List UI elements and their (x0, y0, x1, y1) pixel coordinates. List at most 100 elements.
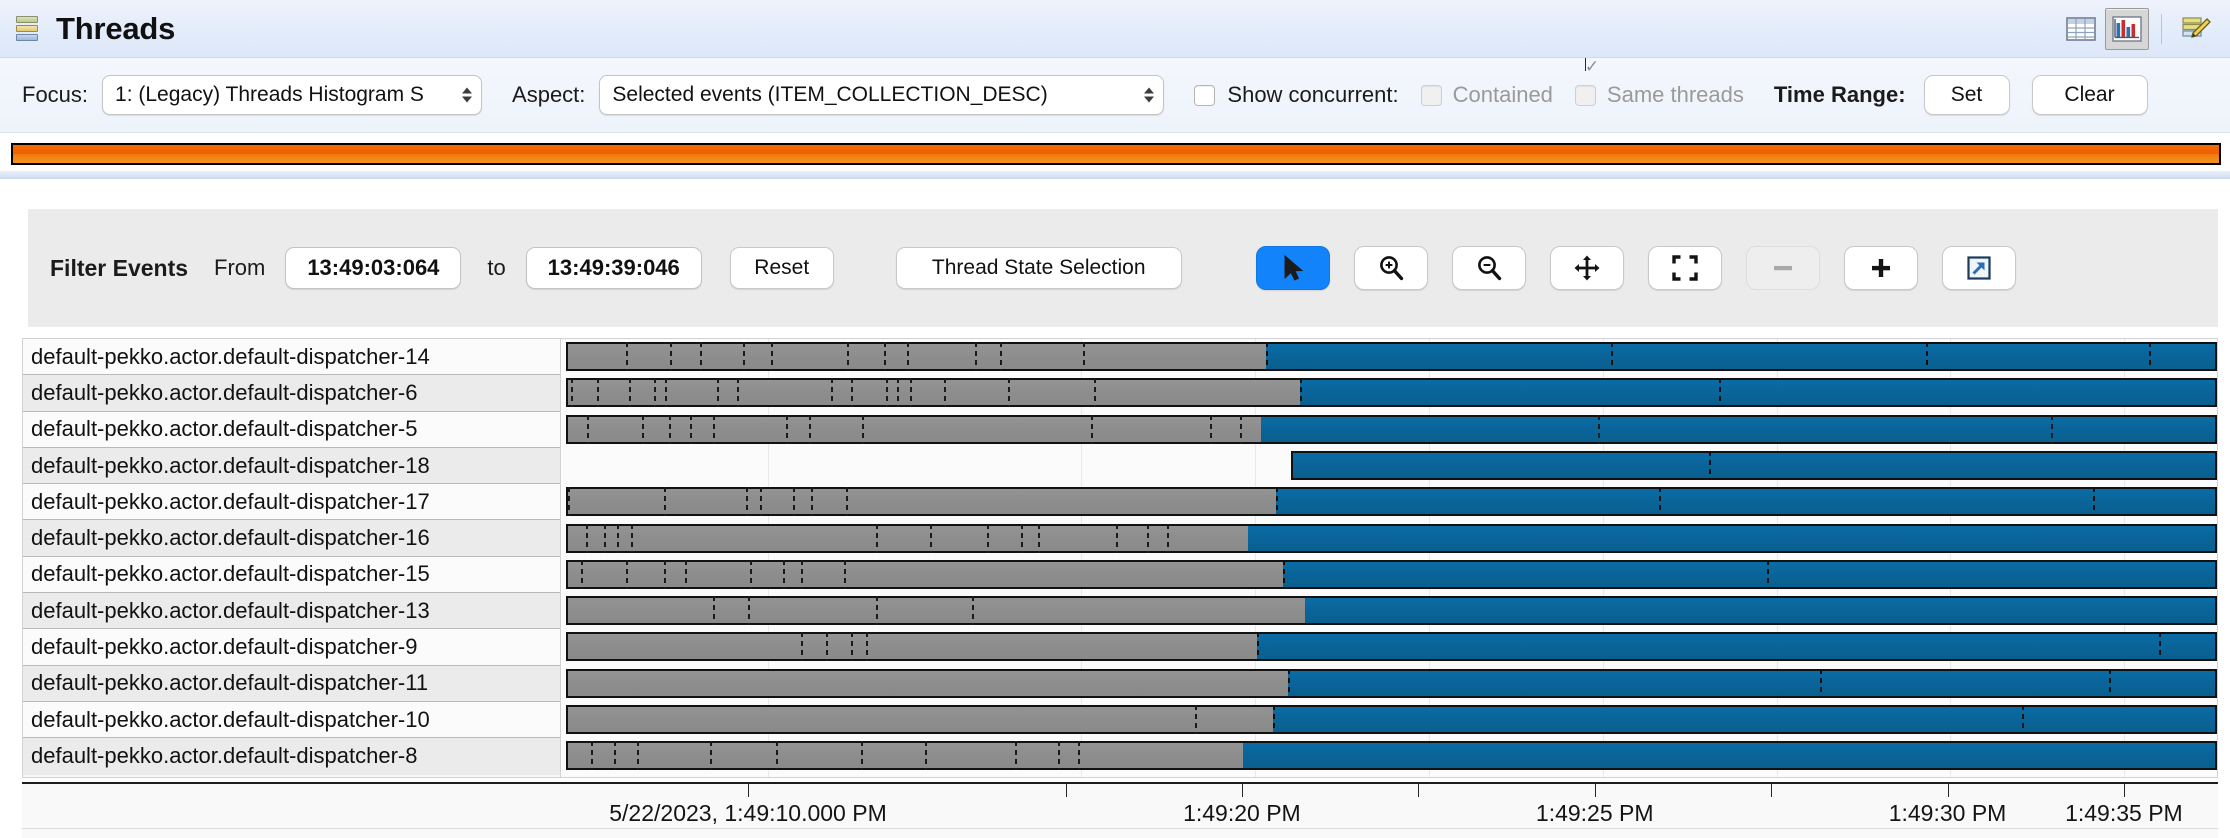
plus-icon[interactable] (1844, 246, 1918, 290)
timeline-segment[interactable] (566, 632, 1257, 661)
chart-view-icon[interactable] (2105, 8, 2149, 50)
timeline-row[interactable] (561, 448, 2217, 484)
timeline-row[interactable] (561, 375, 2217, 411)
timeline-segment[interactable] (566, 560, 1283, 589)
timeline-event-marker (665, 378, 667, 407)
timeline-segment[interactable] (1283, 560, 2217, 589)
timeline-segment[interactable] (566, 705, 1273, 734)
zoom-in-icon[interactable] (1354, 246, 1428, 290)
timeline-segment[interactable] (566, 487, 1276, 516)
timeline-segment[interactable] (1291, 451, 2217, 480)
same-threads-checkbox[interactable]: ✓ (1575, 85, 1596, 106)
timeline-event-marker (1147, 524, 1149, 553)
contained-checkbox[interactable] (1421, 85, 1442, 106)
timeline-segment-divider (1719, 378, 1721, 407)
timeline-segment[interactable] (1276, 487, 2217, 516)
timeline-event-marker (847, 342, 849, 371)
show-concurrent-checkbox[interactable] (1194, 85, 1215, 106)
time-range-set-button[interactable]: Set (1924, 75, 2010, 115)
thread-name-row[interactable]: default-pekko.actor.default-dispatcher-5 (23, 412, 560, 448)
timeline-segment-divider (1709, 451, 1711, 480)
timeline-row[interactable] (561, 521, 2217, 557)
from-time-input[interactable]: 13:49:03:064 (285, 247, 461, 289)
timeline-segment[interactable] (1288, 669, 2217, 698)
timeline-event-marker (1078, 741, 1080, 770)
minus-icon[interactable] (1746, 246, 1820, 290)
thread-name-row[interactable]: default-pekko.actor.default-dispatcher-1… (23, 484, 560, 520)
axis-tick-label: 1:49:30 PM (1889, 800, 2007, 827)
timeline-event-marker (771, 342, 773, 371)
timeline-row[interactable] (561, 339, 2217, 375)
timeline-row[interactable] (561, 702, 2217, 738)
timeline-segment[interactable] (566, 596, 1305, 625)
timeline-event-marker (737, 378, 739, 407)
timeline-event-marker (597, 378, 599, 407)
controls-bar: Focus: 1: (Legacy) Threads Histogram S A… (0, 58, 2230, 133)
timeline-event-marker (710, 741, 712, 770)
time-range-clear-button[interactable]: Clear (2032, 75, 2148, 115)
thread-state-selection-button[interactable]: Thread State Selection (896, 247, 1182, 289)
timeline-row[interactable] (561, 738, 2217, 774)
pan-move-icon[interactable] (1550, 246, 1624, 290)
timeline-event-marker (664, 560, 666, 589)
timeline-event-marker (690, 415, 692, 444)
filter-reset-button[interactable]: Reset (730, 247, 834, 289)
axis-tick-label: 5/22/2023, 1:49:10.000 PM (609, 800, 887, 827)
select-cursor-icon[interactable] (1256, 246, 1330, 290)
thread-name-row[interactable]: default-pekko.actor.default-dispatcher-1… (23, 339, 560, 375)
thread-name-row[interactable]: default-pekko.actor.default-dispatcher-1… (23, 520, 560, 556)
timeline-segment-divider (2093, 487, 2095, 516)
timeline-canvas[interactable] (560, 338, 2218, 778)
open-in-new-window-icon[interactable] (1942, 246, 2016, 290)
view-titlebar: Threads (0, 0, 2230, 58)
to-time-input[interactable]: 13:49:39:046 (526, 247, 702, 289)
axis-tick (1948, 784, 1949, 797)
table-view-icon[interactable] (2059, 8, 2103, 50)
timeline-segment-divider (1257, 632, 1259, 661)
timeline-event-marker (844, 560, 846, 589)
time-axis: 5/22/2023, 1:49:10.000 PM1:49:20 PM1:49:… (22, 782, 2218, 838)
aspect-select[interactable]: Selected events (ITEM_COLLECTION_DESC) (599, 75, 1164, 115)
timeline-segment[interactable] (1261, 415, 2217, 444)
timeline-row[interactable] (561, 629, 2217, 665)
timeline-event-marker (972, 596, 974, 625)
timeline-segment[interactable] (566, 378, 1300, 407)
thread-name-row[interactable]: default-pekko.actor.default-dispatcher-9 (23, 629, 560, 665)
thread-name-row[interactable]: default-pekko.actor.default-dispatcher-6 (23, 375, 560, 411)
timeline-event-marker (626, 560, 628, 589)
timeline-event-marker (700, 342, 702, 371)
edit-view-icon[interactable] (2174, 8, 2218, 50)
timeline-segment[interactable] (1266, 342, 2217, 371)
thread-name-row[interactable]: default-pekko.actor.default-dispatcher-8 (23, 738, 560, 774)
timeline-event-marker (1015, 741, 1017, 770)
timeline-segment-divider (1926, 342, 1928, 371)
timeline-event-marker (1058, 741, 1060, 770)
timeline-segment-divider (2022, 705, 2024, 734)
thread-name-row[interactable]: default-pekko.actor.default-dispatcher-1… (23, 702, 560, 738)
thread-name-row[interactable]: default-pekko.actor.default-dispatcher-1… (23, 448, 560, 484)
timeline-segment[interactable] (1273, 705, 2217, 734)
timeline-row[interactable] (561, 484, 2217, 520)
timeline-segment[interactable] (1305, 596, 2217, 625)
timeline-segment[interactable] (1257, 632, 2217, 661)
timeline-row[interactable] (561, 557, 2217, 593)
fit-to-screen-icon[interactable] (1648, 246, 1722, 290)
timeline-row[interactable] (561, 666, 2217, 702)
timeline-segment[interactable] (566, 669, 1288, 698)
timeline-segment[interactable] (1300, 378, 2217, 407)
timeline-row[interactable] (561, 593, 2217, 629)
focus-select[interactable]: 1: (Legacy) Threads Histogram S (102, 75, 482, 115)
timeline-segment[interactable] (1243, 741, 2217, 770)
timeline-row[interactable] (561, 412, 2217, 448)
thread-name-row[interactable]: default-pekko.actor.default-dispatcher-1… (23, 557, 560, 593)
timeline-event-marker (793, 487, 795, 516)
thread-name-row[interactable]: default-pekko.actor.default-dispatcher-1… (23, 593, 560, 629)
timeline-segment-divider (1820, 669, 1822, 698)
thread-name-row[interactable]: default-pekko.actor.default-dispatcher-1… (23, 666, 560, 702)
timeline-segment[interactable] (1248, 524, 2217, 553)
timeline-segment-divider (1276, 487, 1278, 516)
timeline-event-marker (591, 741, 593, 770)
timeline-segment[interactable] (566, 741, 1243, 770)
zoom-out-icon[interactable] (1452, 246, 1526, 290)
timeline-segment[interactable] (566, 524, 1248, 553)
